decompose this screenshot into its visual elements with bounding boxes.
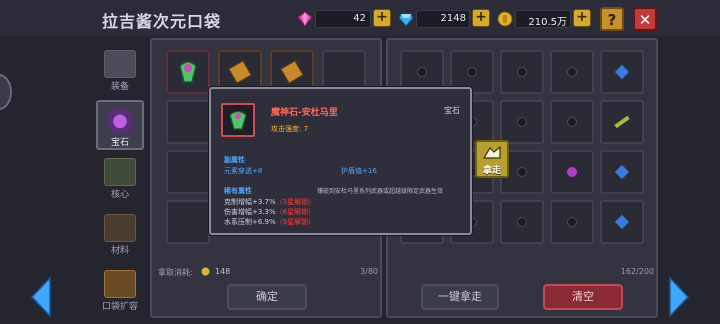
pocket-slot-13[interactable] bbox=[166, 200, 210, 244]
tooltip-attack-strength: 攻击强度: 7 bbox=[271, 125, 309, 133]
blue-gem-icon bbox=[614, 64, 630, 80]
dark-orb-icon bbox=[567, 217, 577, 227]
material-icon bbox=[104, 214, 136, 242]
side-portrait-icon[interactable] bbox=[0, 74, 12, 110]
tooltip-unique-line-3: 水系压制+6.9%（9星解锁） bbox=[224, 217, 315, 227]
unique-line-text: 克制增幅+3.7% bbox=[224, 198, 276, 206]
dark-orb-icon bbox=[517, 217, 527, 227]
tooltip-item-frame bbox=[221, 103, 255, 137]
blue-diamond-icon bbox=[398, 13, 414, 27]
hand-grab-icon bbox=[482, 145, 501, 159]
tooltip-sub-attr-title: 副属性 bbox=[224, 156, 245, 164]
clear-button[interactable]: 清空 bbox=[543, 284, 623, 310]
unique-line-text: 伤害增幅+3.3% bbox=[224, 208, 276, 216]
purple-orb-icon bbox=[567, 167, 577, 177]
take-cost-value: 148 bbox=[215, 267, 231, 276]
green-gem-item-icon bbox=[229, 110, 247, 130]
tooltip-item-name: 魔神石-安杜马里 bbox=[271, 108, 338, 118]
storage-slot[interactable] bbox=[600, 150, 644, 194]
nav-material[interactable]: 材料 bbox=[98, 214, 142, 256]
pocket-slot-1[interactable] bbox=[166, 50, 210, 94]
tooltip-unique-note: 镶嵌到安杜马里系列武器或超越级限定武器生效 bbox=[317, 188, 444, 195]
unique-line-req: （3星解锁） bbox=[275, 198, 316, 206]
nav-gem[interactable]: 宝石 bbox=[96, 100, 144, 150]
item-tooltip: 魔神石-安杜马里 宝石 攻击强度: 7 副属性 元素穿透+8 护盾值+16 稀有… bbox=[209, 87, 472, 235]
storage-slot[interactable] bbox=[500, 50, 544, 94]
coin-icon bbox=[201, 267, 210, 276]
pink-gem-icon bbox=[297, 11, 313, 27]
pocket-capacity: 3/80 bbox=[360, 267, 378, 276]
blue-gem-icon bbox=[614, 214, 630, 230]
blue-gem-icon bbox=[614, 164, 630, 180]
nav-expand-label: 口袋扩容 bbox=[101, 302, 138, 312]
nav-material-label: 材料 bbox=[110, 246, 129, 256]
storage-slot[interactable] bbox=[550, 150, 594, 194]
chest-icon bbox=[104, 270, 136, 298]
dark-orb-icon bbox=[517, 167, 527, 177]
scroll-item-icon bbox=[280, 60, 304, 84]
nav-expand-pocket[interactable]: 口袋扩容 bbox=[98, 270, 142, 312]
pocket-slot-9[interactable] bbox=[166, 150, 210, 194]
coins-value: 210.5万 bbox=[528, 17, 567, 28]
dark-orb-icon bbox=[417, 67, 427, 77]
equipment-icon bbox=[104, 50, 136, 78]
nav-core-label: 核心 bbox=[110, 190, 129, 200]
tooltip-sub-attr-2: 护盾值+16 bbox=[341, 167, 377, 175]
gem-icon bbox=[104, 106, 136, 134]
nav-core[interactable]: 核心 bbox=[98, 158, 142, 200]
take-all-button[interactable]: 一键拿走 bbox=[421, 284, 499, 310]
unique-line-req: （9星解锁） bbox=[275, 218, 316, 226]
prev-page-arrow-icon[interactable] bbox=[30, 276, 52, 318]
take-button-label: 拿走 bbox=[482, 166, 501, 176]
scroll-item-icon bbox=[228, 60, 252, 84]
dark-orb-icon bbox=[467, 67, 477, 77]
storage-slot[interactable] bbox=[550, 50, 594, 94]
diamonds-value: 2148 bbox=[440, 13, 466, 24]
close-button[interactable]: ✕ bbox=[633, 7, 657, 31]
storage-slot[interactable] bbox=[600, 100, 644, 144]
window-title: 拉吉酱次元口袋 bbox=[102, 12, 222, 31]
nav-gem-label: 宝石 bbox=[110, 138, 129, 148]
take-cost-label: 拿取消耗: bbox=[158, 268, 193, 277]
tooltip-item-type: 宝石 bbox=[444, 106, 460, 115]
confirm-button[interactable]: 确定 bbox=[227, 284, 307, 310]
storage-slot[interactable] bbox=[600, 50, 644, 94]
add-coins-button[interactable]: + bbox=[573, 9, 591, 27]
dark-orb-icon bbox=[567, 117, 577, 127]
storage-slot[interactable] bbox=[550, 100, 594, 144]
tooltip-unique-title: 稀有属性 bbox=[224, 187, 252, 195]
unique-line-req: （6星解锁） bbox=[275, 208, 316, 216]
add-diamonds-button[interactable]: + bbox=[472, 9, 490, 27]
nav-equipment-label: 装备 bbox=[110, 82, 129, 92]
green-blade-icon bbox=[614, 115, 630, 129]
storage-slot[interactable] bbox=[600, 200, 644, 244]
gold-coin-icon bbox=[497, 11, 513, 27]
next-page-arrow-icon[interactable] bbox=[668, 276, 690, 318]
storage-slot[interactable] bbox=[500, 100, 544, 144]
dark-orb-icon bbox=[517, 67, 527, 77]
help-button[interactable]: ? bbox=[600, 7, 624, 31]
gems-value: 42 bbox=[353, 13, 366, 24]
add-gems-button[interactable]: + bbox=[373, 9, 391, 27]
tooltip-unique-line-1: 克制增幅+3.7%（3星解锁） bbox=[224, 197, 315, 207]
dark-orb-icon bbox=[517, 117, 527, 127]
dark-orb-icon bbox=[567, 67, 577, 77]
take-button[interactable]: 拿走 bbox=[475, 140, 509, 178]
unique-line-text: 水系压制+6.9% bbox=[224, 218, 276, 226]
pocket-slot-5[interactable] bbox=[166, 100, 210, 144]
core-icon bbox=[104, 158, 136, 186]
storage-capacity: 162/200 bbox=[620, 267, 654, 276]
nav-equipment[interactable]: 装备 bbox=[98, 50, 142, 92]
storage-slot[interactable] bbox=[550, 200, 594, 244]
storage-slot[interactable] bbox=[500, 200, 544, 244]
tooltip-unique-line-2: 伤害增幅+3.3%（6星解锁） bbox=[224, 207, 315, 217]
green-gem-item-icon bbox=[179, 61, 197, 83]
tooltip-sub-attr-1: 元素穿透+8 bbox=[224, 167, 263, 175]
